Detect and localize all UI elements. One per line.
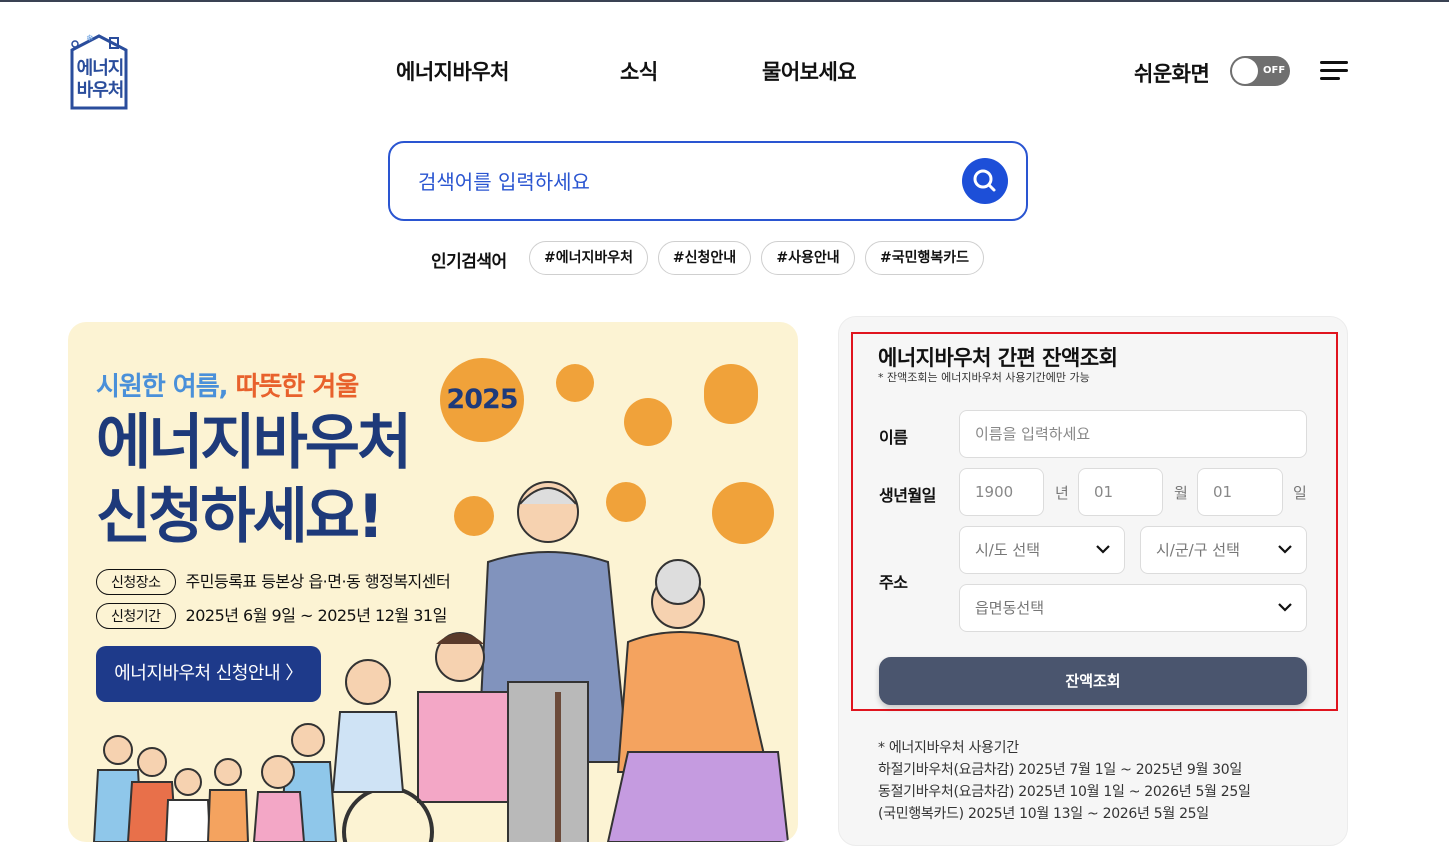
search-input[interactable] [418,167,938,197]
nav-ask[interactable]: 물어보세요 [762,56,857,86]
logo-line1: 에너지 [76,58,125,79]
usage-period-card: (국민행복카드) 2025년 10월 13일 ~ 2026년 5월 25일 [878,806,1209,822]
chevron-down-icon [1096,545,1110,554]
search-icon [973,169,996,192]
search-box [388,141,1028,221]
sigungu-select[interactable]: 시/군/구 선택 [1140,526,1307,574]
hamburger-menu-icon[interactable] [1320,61,1348,81]
chevron-down-icon [1278,603,1292,612]
highlight-box [851,332,1338,711]
search-button[interactable] [962,158,1008,204]
usage-period-summer: 하절기바우처(요금차감) 2025년 7월 1일 ~ 2025년 9월 30일 [878,762,1242,778]
eupmyeondong-select-value: 읍면동선택 [975,599,1045,617]
balance-title: 에너지바우처 간편 잔액조회 [878,346,1118,370]
usage-period-title: * 에너지바우처 사용기간 [878,740,1019,756]
address-label: 주소 [879,573,908,592]
toggle-state: OFF [1263,65,1286,76]
sido-select[interactable]: 시/도 선택 [959,526,1125,574]
sigungu-select-value: 시/군/구 선택 [1156,541,1240,559]
banner-subtitle: 시원한 여름, 따뜻한 겨울 [96,366,360,403]
birth-label: 생년월일 [879,486,936,505]
month-unit: 월 [1174,484,1188,502]
eupmyeondong-select[interactable]: 읍면동선택 [959,584,1307,632]
site-logo[interactable]: ❄ 에너지 바우처 [66,32,132,112]
balance-inquiry-button[interactable]: 잔액조회 [879,657,1307,705]
banner-title-line1: 에너지바우처 [96,408,412,478]
sido-select-value: 시/도 선택 [975,541,1041,559]
day-unit: 일 [1293,484,1307,502]
easy-mode-toggle[interactable]: OFF [1230,56,1290,86]
name-input[interactable] [959,410,1307,458]
people-illustration [92,481,790,842]
birth-year-input[interactable] [959,468,1044,516]
lpg-icon [624,398,672,446]
balance-note: * 잔액조회는 에너지바우처 사용기간에만 가능 [878,371,1090,384]
birth-day-input[interactable] [1197,468,1283,516]
nav-news[interactable]: 소식 [620,56,658,86]
main-banner[interactable]: 시원한 여름, 따뜻한 겨울 에너지바우처 신청하세요! 2025 신청장소 주민… [68,322,798,842]
birth-month-input[interactable] [1078,468,1163,516]
easy-mode-label: 쉬운화면 [1134,62,1210,86]
nav-energy-voucher[interactable]: 에너지바우처 [396,56,509,86]
popular-tag[interactable]: #국민행복카드 [865,241,984,275]
logo-text: 에너지 바우처 [74,58,126,102]
banner-subtitle-summer: 시원한 여름, [96,372,229,402]
year-unit: 년 [1055,484,1069,502]
popular-tag[interactable]: #신청안내 [658,241,751,275]
chevron-down-icon [1278,545,1292,554]
popular-tag[interactable]: #사용안내 [761,241,855,275]
boiler-icon [704,364,758,424]
svg-text:❄: ❄ [86,34,94,44]
name-label: 이름 [879,428,908,447]
year-badge: 2025 [440,358,524,442]
banner-subtitle-winter: 따뜻한 겨울 [235,372,360,402]
top-border [0,0,1449,2]
stove-icon [556,364,594,402]
popular-search-label: 인기검색어 [431,252,507,272]
popular-tag[interactable]: #에너지바우처 [529,241,648,275]
usage-period-winter: 동절기바우처(요금차감) 2025년 10월 1일 ~ 2026년 5월 25일 [878,784,1251,800]
logo-line2: 바우처 [76,80,125,101]
toggle-knob [1232,58,1258,84]
